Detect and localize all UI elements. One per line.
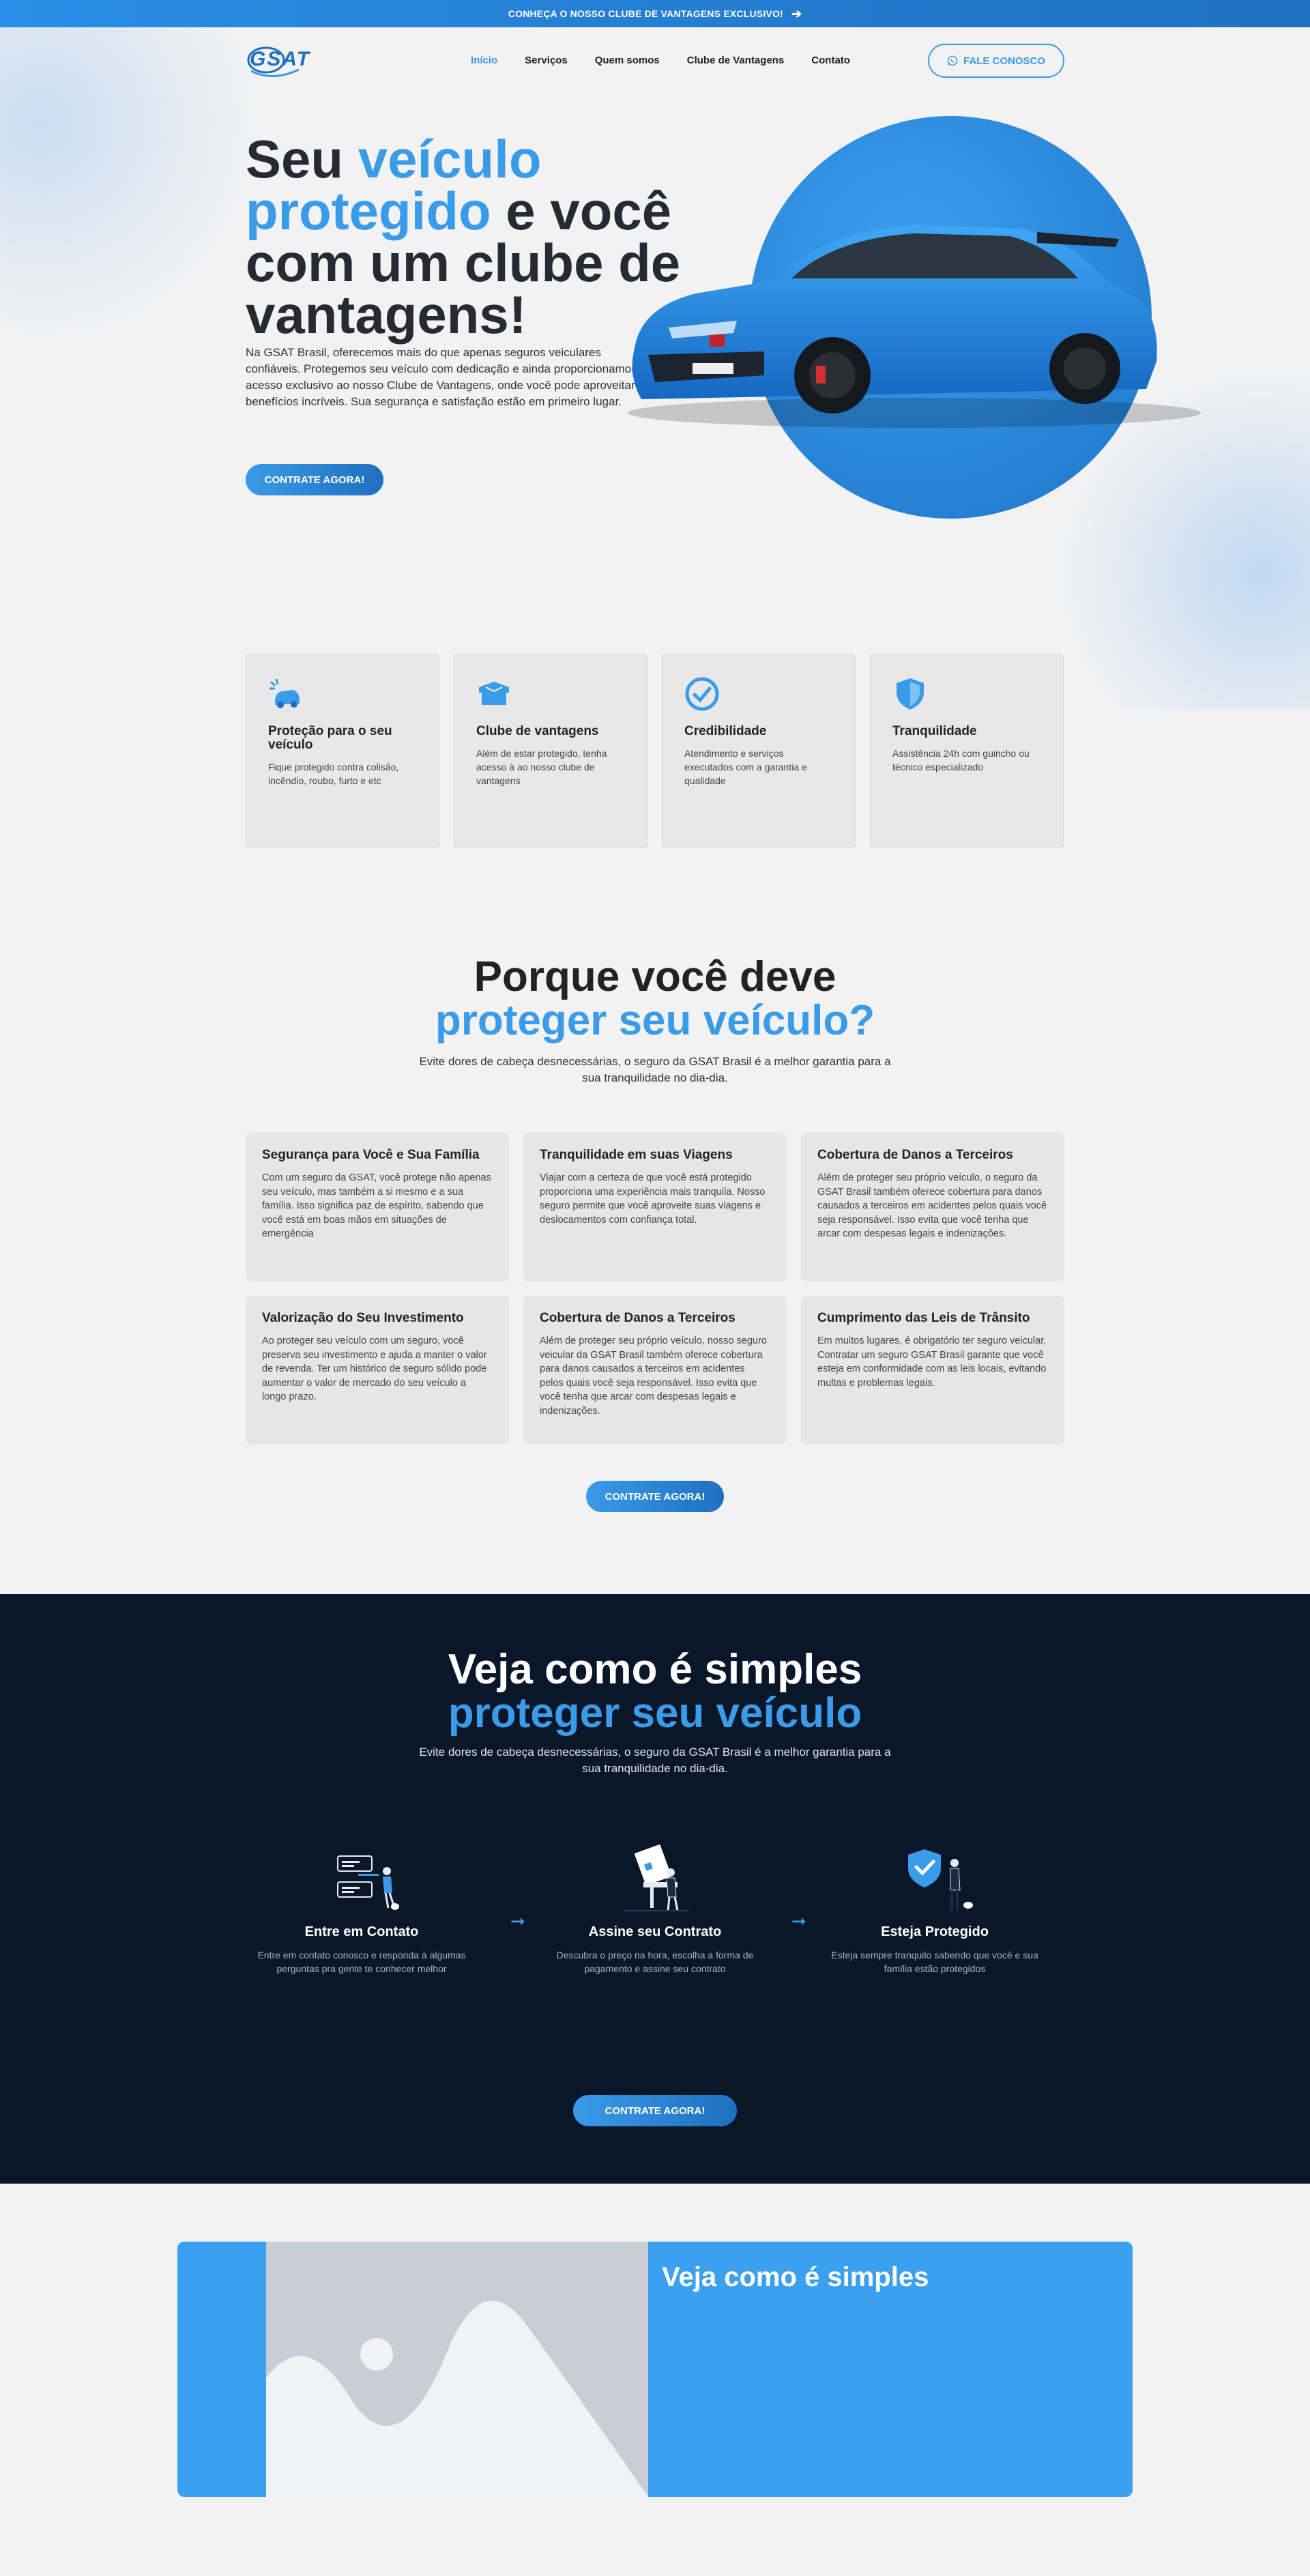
- reason-text: Com um seguro da GSAT, você protege não …: [262, 1172, 491, 1239]
- nav-item-clube-de-vantagens[interactable]: Clube de Vantagens: [687, 55, 785, 66]
- hero-car-image: [628, 225, 1201, 428]
- simple-contrate-button[interactable]: CONTRATE AGORA!: [573, 2095, 737, 2126]
- reason-text: Em muitos lugares, é obrigatório ter seg…: [817, 1335, 1047, 1389]
- reason-title: Cobertura de Danos a Terceiros: [540, 1311, 736, 1325]
- reasons-grid: Segurança para Você e Sua Família Com um…: [246, 1133, 1064, 1445]
- arrow-right-icon: ➞: [791, 1911, 806, 1931]
- step-title: Esteja Protegido: [881, 1924, 989, 1939]
- shield-icon: [897, 678, 924, 710]
- why-title-line2: proteger seu veículo?: [435, 997, 875, 1044]
- arrow-right-icon: ➔: [791, 6, 802, 20]
- reason-card: Cobertura de Danos a Terceiros Além de p…: [801, 1133, 1064, 1282]
- reason-card: Cumprimento das Leis de Trânsito Em muit…: [801, 1296, 1064, 1445]
- reason-text: Ao proteger seu veículo com um seguro, v…: [262, 1335, 487, 1402]
- reason-title: Cumprimento das Leis de Trânsito: [817, 1311, 1030, 1325]
- fale-conosco-button[interactable]: FALE CONOSCO: [928, 44, 1064, 78]
- gift-box-icon: [479, 682, 509, 705]
- reason-title: Cobertura de Danos a Terceiros: [817, 1148, 1013, 1162]
- top-announcement-bar[interactable]: CONHEÇA O NOSSO CLUBE DE VANTAGENS EXCLU…: [0, 0, 1310, 27]
- feature-text: Assistência 24h com guincho ou técnico e…: [892, 748, 1030, 772]
- simple-contrate-label: CONTRATE AGORA!: [605, 2104, 705, 2117]
- why-contrate-button[interactable]: CONTRATE AGORA!: [586, 1481, 724, 1512]
- simple-description: Evite dores de cabeça desnecessárias, o …: [419, 1746, 891, 1775]
- site-header: GSAT Início Serviços Quem somos Clube de…: [246, 40, 1064, 83]
- reason-card: Segurança para Você e Sua Família Com um…: [246, 1133, 509, 1282]
- logo-text: GSAT: [250, 48, 311, 70]
- feature-text: Fique protegido contra colisão, incêndio…: [268, 762, 399, 786]
- feature-card: Credibilidade Atendimento e serviços exe…: [662, 654, 856, 848]
- sign-contract-illustration: [624, 1844, 689, 1911]
- hero-title-part1: Seu: [246, 129, 358, 189]
- image-placeholder: [266, 2242, 648, 2497]
- reason-text: Viajar com a certeza de que você está pr…: [540, 1172, 766, 1226]
- car-crash-icon: [270, 678, 300, 708]
- feature-card: Proteção para o seu veículo Fique proteg…: [246, 654, 439, 848]
- reason-title: Segurança para Você e Sua Família: [262, 1148, 480, 1162]
- nav-item-contato[interactable]: Contato: [811, 55, 850, 66]
- feature-title: Clube de vantagens: [476, 724, 599, 738]
- step-text: Entre em contato conosco e responda à al…: [257, 1950, 466, 1974]
- feature-title: Proteção para o seu veículo: [268, 724, 392, 752]
- feature-title: Credibilidade: [684, 724, 767, 738]
- reason-text: Além de proteger seu próprio veículo, o …: [817, 1172, 1047, 1239]
- arrow-right-icon: ➞: [510, 1911, 525, 1931]
- feature-card: Tranquilidade Assistência 24h com guinch…: [870, 654, 1064, 848]
- steps-row: Entre em Contato Entre em contato conosc…: [246, 1842, 1064, 1993]
- step-text: Esteja sempre tranquilo sabendo que você…: [831, 1950, 1038, 1974]
- why-section-title: Porque você deve proteger seu veículo?: [246, 955, 1064, 1043]
- bottom-box-title: Veja como é simples: [662, 2262, 929, 2292]
- step-card: Entre em Contato Entre em contato conosc…: [246, 1842, 478, 1976]
- main-nav: Início Serviços Quem somos Clube de Vant…: [471, 55, 850, 66]
- feature-text: Atendimento e serviços executados com a …: [684, 748, 807, 786]
- image-placeholder-icon: [266, 2242, 648, 2497]
- nav-item-servicos[interactable]: Serviços: [525, 55, 568, 66]
- feature-card: Clube de vantagens Além de estar protegi…: [454, 654, 647, 848]
- announcement-text: CONHEÇA O NOSSO CLUBE DE VANTAGENS EXCLU…: [508, 8, 783, 19]
- reason-title: Valorização do Seu Investimento: [262, 1311, 464, 1325]
- chat-person-illustration: [337, 1855, 399, 1910]
- why-contrate-label: CONTRATE AGORA!: [605, 1490, 705, 1503]
- whatsapp-icon: [947, 55, 958, 66]
- nav-item-quem-somos[interactable]: Quem somos: [595, 55, 660, 66]
- fale-conosco-label: FALE CONOSCO: [963, 55, 1045, 67]
- bottom-feature-box: Veja como é simples: [177, 2242, 1133, 2497]
- reason-text: Além de proteger seu próprio veículo, no…: [540, 1335, 767, 1417]
- feature-title: Tranquilidade: [892, 724, 977, 738]
- nav-item-inicio[interactable]: Início: [471, 55, 497, 66]
- reason-title: Tranquilidade em suas Viagens: [540, 1148, 733, 1162]
- step-text: Descubra o preço na hora, escolha a form…: [556, 1950, 754, 1974]
- simple-title-line1: Veja como é simples: [448, 1646, 862, 1693]
- hero-contrate-label: CONTRATE AGORA!: [264, 474, 365, 486]
- step-card: Esteja Protegido Esteja sempre tranquilo…: [819, 1842, 1051, 1976]
- reason-card: Cobertura de Danos a Terceiros Além de p…: [523, 1296, 787, 1445]
- check-circle-icon: [685, 677, 719, 711]
- hero-contrate-button[interactable]: CONTRATE AGORA!: [246, 464, 383, 495]
- step-card: Assine seu Contrato Descubra o preço na …: [539, 1842, 771, 1976]
- shield-person-illustration: [908, 1849, 973, 1911]
- why-description: Evite dores de cabeça desnecessárias, o …: [419, 1055, 891, 1084]
- gsat-logo[interactable]: GSAT: [246, 40, 334, 83]
- features-row: Proteção para o seu veículo Fique proteg…: [246, 654, 1064, 848]
- simple-section-title: Veja como é simples proteger seu veículo: [246, 1648, 1064, 1735]
- step-title: Entre em Contato: [304, 1924, 419, 1939]
- feature-text: Além de estar protegido, tenha acesso à …: [476, 748, 607, 786]
- why-title-line1: Porque você deve: [474, 953, 836, 1000]
- step-title: Assine seu Contrato: [588, 1924, 722, 1939]
- simple-title-line2: proteger seu veículo: [448, 1690, 862, 1737]
- reason-card: Tranquilidade em suas Viagens Viajar com…: [523, 1133, 787, 1282]
- reason-card: Valorização do Seu Investimento Ao prote…: [246, 1296, 509, 1445]
